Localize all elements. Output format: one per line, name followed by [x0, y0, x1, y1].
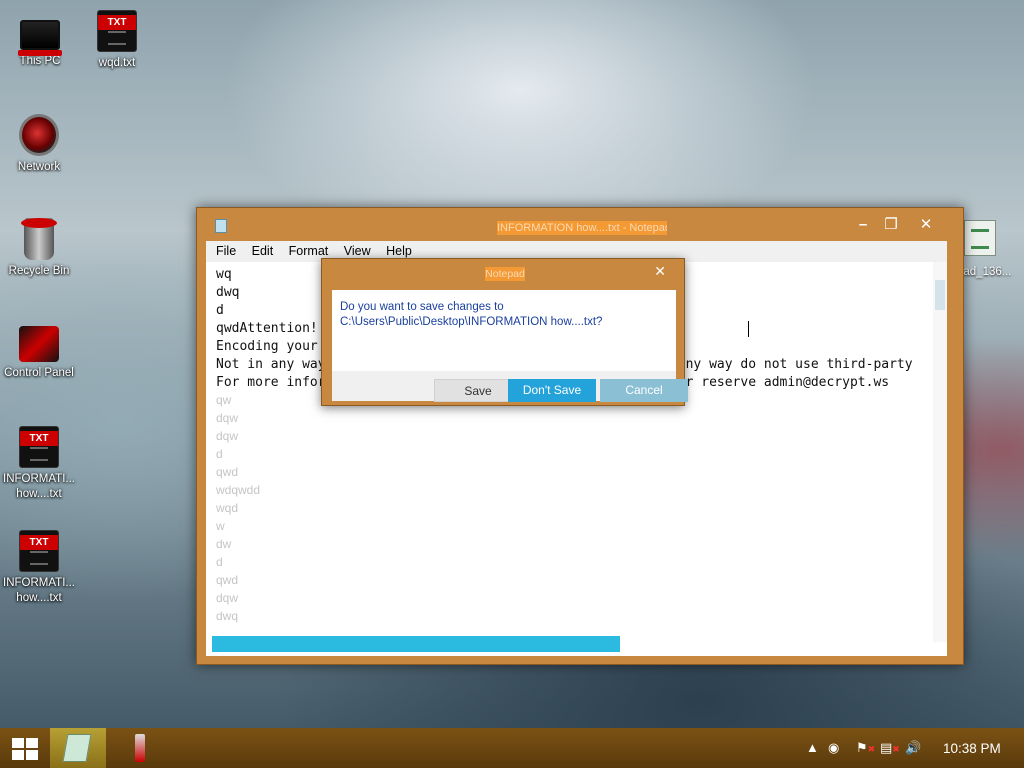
- maximize-button[interactable]: ❐: [880, 216, 902, 234]
- scrollbar-thumb[interactable]: [935, 280, 945, 310]
- text-line: qwd: [216, 465, 239, 479]
- desktop-icon-label: oad_136...: [957, 266, 1012, 278]
- dialog-message-line: Do you want to save changes to: [340, 301, 504, 313]
- desktop-icon-label: how....txt: [16, 592, 62, 604]
- text-line: wqd: [216, 501, 239, 515]
- text-file-icon: TXT: [97, 10, 137, 52]
- desktop-icon-label: how....txt: [16, 488, 62, 500]
- dialog-body: Do you want to save changes to C:\Users\…: [332, 290, 688, 402]
- desktop-icon-this-pc[interactable]: This PC: [0, 12, 80, 69]
- text-file-icon: TXT: [19, 426, 59, 468]
- volume-icon[interactable]: 🔊: [905, 740, 921, 756]
- text-line: d: [216, 303, 224, 318]
- control-panel-icon: [19, 326, 59, 362]
- text-line: wq: [216, 267, 232, 282]
- menu-format[interactable]: Format: [289, 244, 329, 258]
- action-center-flag-icon[interactable]: ⚑✖: [856, 740, 875, 756]
- text-line: dqw: [216, 411, 239, 425]
- text-line: dqw: [216, 429, 239, 443]
- dialog-button-row: Save Don't Save Cancel: [332, 371, 688, 402]
- dialog-title: Notepad: [485, 267, 525, 281]
- text-line: dwq: [216, 609, 239, 623]
- horizontal-scrollbar[interactable]: [212, 636, 620, 652]
- save-changes-dialog[interactable]: Notepad ✕ Do you want to save changes to…: [321, 258, 688, 406]
- text-line: dw: [216, 537, 232, 551]
- desktop-icon-label: Network: [17, 161, 61, 173]
- chevron-up-icon[interactable]: ▲: [806, 740, 819, 755]
- network-icon: [19, 114, 59, 156]
- recycle-bin-icon: [21, 218, 57, 260]
- desktop-icon-network[interactable]: Network: [0, 114, 79, 175]
- taskbar: ▲ ◉ ⚑✖ ▤✖ 🔊 10:38 PM: [0, 728, 1024, 768]
- desktop-icon-recycle-bin[interactable]: Recycle Bin: [0, 218, 79, 279]
- antivirus-icon[interactable]: ◉: [828, 740, 839, 756]
- vertical-scrollbar[interactable]: [933, 262, 947, 642]
- image-file-icon[interactable]: [964, 220, 996, 256]
- dialog-file-path: C:\Users\Public\Desktop\INFORMATION how.…: [340, 316, 603, 328]
- taskbar-notepad[interactable]: [50, 728, 106, 768]
- dont-save-button[interactable]: Don't Save: [508, 379, 596, 402]
- close-button[interactable]: ✕: [915, 216, 937, 234]
- desktop-icon-label: Recycle Bin: [8, 265, 70, 277]
- desktop-icon-label: INFORMATI...: [3, 577, 75, 589]
- desktop-icon-label: wqd.txt: [98, 57, 136, 69]
- network-status-icon[interactable]: ▤✖: [880, 740, 900, 756]
- text-line: wdqwdd: [216, 483, 261, 497]
- dialog-close-button[interactable]: ✕: [654, 263, 666, 280]
- notepad-icon: [215, 219, 227, 233]
- notepad-icon: [62, 734, 92, 762]
- menu-view[interactable]: View: [344, 244, 371, 258]
- window-title: INFORMATION how....txt - Notepad: [497, 221, 667, 235]
- text-cursor-icon: [748, 321, 750, 337]
- desktop-icon-label: INFORMATI...: [3, 473, 75, 485]
- clock[interactable]: 10:38 PM: [943, 741, 1001, 756]
- taskbar-app[interactable]: [114, 728, 170, 768]
- notepad-titlebar[interactable]: INFORMATION how....txt - Notepad – ❐ ✕: [197, 208, 963, 242]
- desktop-icon-label: Control Panel: [4, 367, 74, 379]
- menu-edit[interactable]: Edit: [252, 244, 274, 258]
- text-line: d: [216, 447, 223, 461]
- text-line: d: [216, 555, 223, 569]
- desktop-icon-information-txt-2[interactable]: TXT INFORMATI... how....txt: [0, 530, 79, 606]
- text-line: qwdAttention!: [216, 321, 318, 336]
- menu-file[interactable]: File: [216, 244, 236, 258]
- desktop-icon-wqd-txt[interactable]: TXT wqd.txt: [77, 10, 157, 71]
- text-line: qw: [216, 393, 232, 407]
- dialog-message: Do you want to save changes to C:\Users\…: [340, 300, 602, 330]
- text-file-icon: TXT: [19, 530, 59, 572]
- desktop-icon-control-panel[interactable]: Control Panel: [0, 322, 79, 381]
- cancel-button[interactable]: Cancel: [600, 379, 688, 402]
- start-button[interactable]: [0, 728, 50, 768]
- text-line: dqw: [216, 591, 239, 605]
- text-line: qwd: [216, 573, 239, 587]
- text-line: w: [216, 519, 225, 533]
- minimize-button[interactable]: –: [852, 216, 874, 234]
- text-line: dwq: [216, 285, 240, 300]
- app-icon: [135, 734, 145, 762]
- menu-help[interactable]: Help: [386, 244, 412, 258]
- desktop-icon-label: This PC: [19, 55, 61, 67]
- desktop-icon-information-txt-1[interactable]: TXT INFORMATI... how....txt: [0, 426, 79, 502]
- windows-logo-icon: [12, 738, 38, 760]
- this-pc-icon: [18, 20, 62, 56]
